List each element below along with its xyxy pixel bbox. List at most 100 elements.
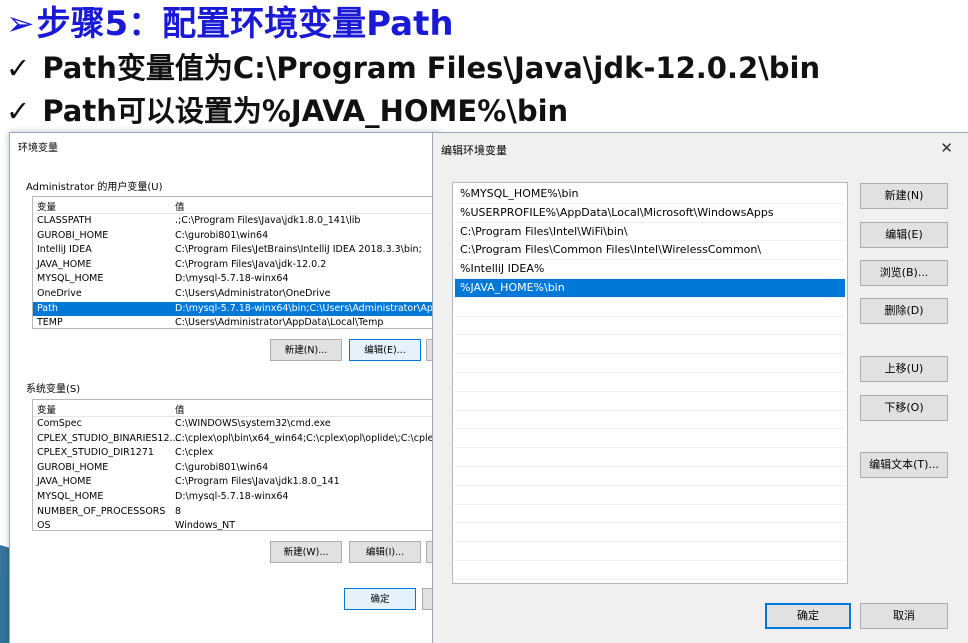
user-new-button[interactable]: 新建(N)...: [270, 339, 342, 361]
table-row[interactable]: IntelliJ IDEA C:\Program Files\JetBrains\…: [33, 243, 443, 258]
bullet-text: Path可以设置为%JAVA_HOME%\bin: [42, 94, 569, 128]
table-row[interactable]: OneDrive C:\Users\Administrator\OneDrive: [33, 287, 443, 302]
empty-row: [455, 448, 845, 467]
system-vars-list[interactable]: 变量 值 ComSpec C:\WINDOWS\system32\cmd.exe C…: [32, 399, 444, 531]
variable-value: C:\Program Files\Java\jdk-12.0.2: [175, 258, 327, 270]
edit-ok-button[interactable]: 确定: [765, 603, 851, 629]
variable-value: C:\gurobi801\win64: [175, 461, 269, 473]
move-up-button[interactable]: 上移(U): [860, 356, 948, 382]
variable-name: IntelliJ IDEA: [37, 244, 92, 256]
empty-row: [455, 373, 845, 392]
empty-row: [455, 542, 845, 561]
empty-row: [455, 335, 845, 355]
table-row[interactable]: JAVA_HOME C:\Program Files\Java\jdk-12.0.…: [33, 258, 443, 273]
checkmark-icon: ✓: [6, 94, 31, 128]
variable-name: MYSQL_HOME: [37, 490, 104, 502]
user-vars-list[interactable]: 变量 值 CLASSPATH .;C:\Program Files\Java\jd…: [32, 196, 444, 329]
edit-environment-variable-dialog: 编辑环境变量 ✕ %MYSQL_HOME%\bin %USERPROFILE%\A…: [432, 132, 968, 643]
list-header: 变量 值: [33, 400, 443, 417]
path-entry[interactable]: %IntelliJ IDEA%: [455, 260, 845, 279]
variable-name: CLASSPATH: [37, 215, 92, 226]
variable-value: C:\cplex\opl\bin\x64_win64;C:\cplex\opl\…: [175, 432, 443, 444]
variable-name: GUROBI_HOME: [37, 229, 109, 241]
slide-heading: ➢步骤5：配置环境变量Path: [6, 4, 454, 44]
edit-cancel-button[interactable]: 取消: [860, 603, 948, 629]
variable-name: ComSpec: [37, 418, 82, 429]
empty-row: [455, 317, 845, 336]
variable-value: C:\Program Files\JetBrains\IntelliJ IDEA…: [175, 244, 422, 256]
empty-row: [455, 505, 845, 524]
delete-entry-button[interactable]: 删除(D): [860, 298, 948, 324]
path-entry[interactable]: %JAVA_HOME%\bin: [455, 278, 845, 298]
empty-row: [455, 467, 845, 486]
dialog-title: 环境变量: [18, 143, 58, 154]
variable-value: D:\mysql-5.7.18-winx64: [175, 273, 289, 285]
edit-entry-button[interactable]: 编辑(E): [860, 222, 948, 248]
table-row[interactable]: ComSpec C:\WINDOWS\system32\cmd.exe: [33, 417, 443, 432]
new-entry-button[interactable]: 新建(N): [860, 183, 948, 209]
bullet-path-value: ✓ Path变量值为C:\Program Files\Java\jdk-12.0.…: [6, 50, 820, 86]
move-down-button[interactable]: 下移(O): [860, 395, 948, 421]
variable-value: C:\Program Files\Java\jdk1.8.0_141: [175, 476, 340, 488]
variable-value: Windows_NT: [175, 520, 236, 531]
table-row[interactable]: NUMBER_OF_PROCESSORS 8: [33, 505, 443, 520]
variable-value: 8: [175, 505, 182, 517]
user-vars-group-label: Administrator 的用户变量(U): [26, 182, 163, 193]
variable-value: C:\gurobi801\win64: [175, 229, 269, 241]
variable-name: Path: [37, 302, 58, 314]
table-row[interactable]: MYSQL_HOME D:\mysql-5.7.18-winx64: [33, 490, 443, 505]
table-row[interactable]: CLASSPATH .;C:\Program Files\Java\jdk1.8.…: [33, 214, 443, 229]
heading-text: 步骤5：配置环境变量Path: [36, 4, 454, 44]
empty-row: [455, 429, 845, 449]
system-vars-group-label: 系统变量(S): [26, 384, 81, 395]
system-edit-button[interactable]: 编辑(I)...: [349, 541, 421, 563]
variable-value: C:\Users\Administrator\AppData\Local\Tem…: [175, 317, 384, 329]
variable-value: .;C:\Program Files\Java\jdk1.8.0_141\lib: [175, 215, 361, 226]
variable-name: CPLEX_STUDIO_BINARIES12...: [37, 432, 179, 444]
close-icon[interactable]: ✕: [940, 139, 953, 157]
variable-name: OneDrive: [37, 287, 82, 299]
column-header-variable[interactable]: 变量: [37, 402, 56, 416]
checkmark-icon: ✓: [6, 51, 31, 85]
path-entry[interactable]: %MYSQL_HOME%\bin: [455, 185, 845, 204]
environment-variables-dialog: 环境变量 Administrator 的用户变量(U) 变量 值 CLASSPA…: [9, 132, 446, 643]
variable-name: JAVA_HOME: [37, 258, 92, 270]
variable-value: D:\mysql-5.7.18-winx64\bin;C:\Users\Admi…: [175, 302, 444, 314]
table-row[interactable]: MYSQL_HOME D:\mysql-5.7.18-winx64: [33, 272, 443, 287]
column-header-value[interactable]: 值: [175, 402, 185, 416]
table-row[interactable]: JAVA_HOME C:\Program Files\Java\jdk1.8.0_…: [33, 475, 443, 490]
variable-value: D:\mysql-5.7.18-winx64: [175, 490, 289, 502]
empty-row: [455, 561, 845, 580]
path-entry[interactable]: C:\Program Files\Intel\WiFi\bin\: [455, 223, 845, 242]
list-header: 变量 值: [33, 197, 443, 214]
column-header-variable[interactable]: 变量: [37, 199, 56, 213]
path-entry[interactable]: %USERPROFILE%\AppData\Local\Microsoft\Wi…: [455, 204, 845, 223]
dialog-title: 编辑环境变量: [441, 144, 507, 157]
table-row[interactable]: CPLEX_STUDIO_DIR1271 C:\cplex: [33, 446, 443, 461]
empty-row: [455, 411, 845, 430]
variable-name: OS: [37, 520, 51, 531]
variable-value: C:\Users\Administrator\OneDrive: [175, 287, 331, 299]
path-entry[interactable]: C:\Program Files\Common Files\Intel\Wire…: [455, 241, 845, 261]
system-new-button[interactable]: 新建(W)...: [270, 541, 342, 563]
bullet-path-java-home: ✓ Path可以设置为%JAVA_HOME%\bin: [6, 93, 568, 129]
table-row[interactable]: OS Windows_NT: [33, 519, 443, 531]
variable-name: GUROBI_HOME: [37, 461, 109, 473]
user-edit-button[interactable]: 编辑(E)...: [349, 339, 421, 361]
table-row[interactable]: GUROBI_HOME C:\gurobi801\win64: [33, 461, 443, 476]
empty-row: [455, 523, 845, 543]
table-row[interactable]: Path D:\mysql-5.7.18-winx64\bin;C:\Users\…: [33, 301, 444, 317]
path-entries-list[interactable]: %MYSQL_HOME%\bin %USERPROFILE%\AppData\Lo…: [452, 182, 848, 584]
edit-text-button[interactable]: 编辑文本(T)...: [860, 452, 948, 478]
table-row[interactable]: CPLEX_STUDIO_BINARIES12... C:\cplex\opl\b…: [33, 432, 443, 447]
arrow-bullet-icon: ➢: [6, 4, 35, 44]
table-row[interactable]: GUROBI_HOME C:\gurobi801\win64: [33, 229, 443, 244]
variable-name: MYSQL_HOME: [37, 273, 104, 285]
env-ok-button[interactable]: 确定: [344, 588, 416, 610]
browse-button[interactable]: 浏览(B)...: [860, 260, 948, 286]
column-header-value[interactable]: 值: [175, 199, 185, 213]
empty-row: [455, 298, 845, 317]
table-row[interactable]: TEMP C:\Users\Administrator\AppData\Local…: [33, 316, 443, 329]
empty-row: [455, 486, 845, 505]
empty-row: [455, 392, 845, 411]
